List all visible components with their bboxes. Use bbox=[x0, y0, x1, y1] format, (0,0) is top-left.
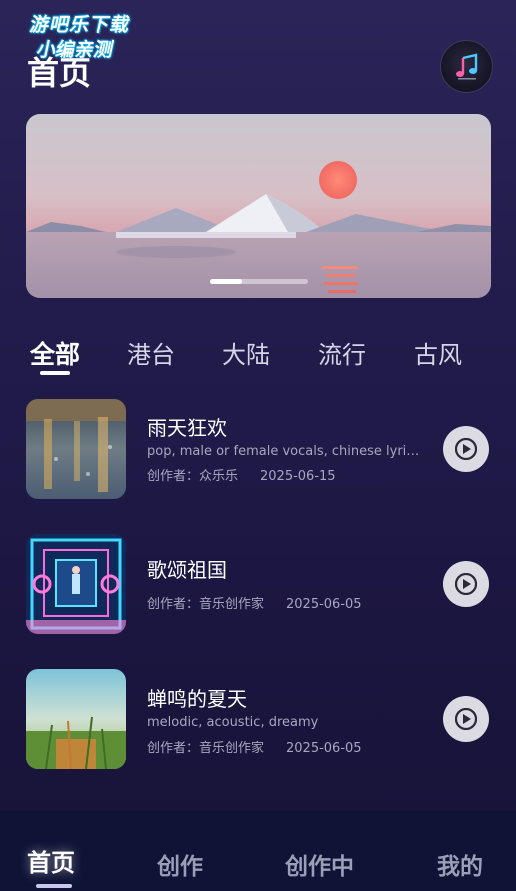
tab-pop[interactable]: 流行 bbox=[318, 335, 366, 370]
banner-image bbox=[26, 114, 491, 298]
tab-hk-tw[interactable]: 港台 bbox=[127, 335, 175, 370]
song-tags: melodic, acoustic, dreamy bbox=[147, 715, 319, 730]
music-note-avatar-icon bbox=[455, 52, 477, 79]
nav-home[interactable]: 首页 bbox=[27, 843, 75, 878]
song-date: 2025-06-05 bbox=[286, 741, 362, 756]
song-author: 创作者：音乐创作家 bbox=[147, 597, 265, 612]
song-author: 创作者：音乐创作家 bbox=[147, 741, 265, 756]
song-date: 2025-06-05 bbox=[286, 597, 362, 612]
tab-all[interactable]: 全部 bbox=[30, 335, 80, 371]
avatar[interactable] bbox=[440, 40, 493, 93]
banner-indicator bbox=[210, 279, 308, 284]
song-title: 歌颂祖国 bbox=[147, 558, 227, 582]
indicator-active bbox=[210, 279, 242, 284]
play-icon bbox=[455, 708, 477, 730]
song-cover bbox=[26, 399, 126, 499]
bottom-nav: 首页 创作 创作中 我的 bbox=[0, 811, 516, 891]
song-item[interactable]: 蝉鸣的夏天 melodic, acoustic, dreamy 创作者：音乐创作… bbox=[26, 669, 491, 769]
play-button[interactable] bbox=[443, 696, 489, 742]
song-meta: 创作者：音乐创作家 2025-06-05 bbox=[147, 737, 362, 756]
song-author: 创作者：众乐乐 bbox=[147, 469, 239, 484]
song-title: 雨天狂欢 bbox=[147, 416, 227, 440]
category-tabs: 全部 港台 大陆 流行 古风 bbox=[0, 335, 516, 379]
play-button[interactable] bbox=[443, 561, 489, 607]
song-item[interactable]: 雨天狂欢 pop, male or female vocals, chinese… bbox=[26, 399, 491, 499]
tab-ancient-style[interactable]: 古风 bbox=[414, 335, 462, 370]
song-meta: 创作者：音乐创作家 2025-06-05 bbox=[147, 593, 362, 612]
play-icon bbox=[455, 438, 477, 460]
tab-mainland[interactable]: 大陆 bbox=[222, 335, 270, 370]
page-title: 首页 bbox=[27, 54, 92, 92]
song-title: 蝉鸣的夏天 bbox=[147, 687, 247, 711]
watermark-line-1: 游吧乐下载 bbox=[27, 14, 133, 36]
song-cover bbox=[26, 534, 126, 634]
nav-create[interactable]: 创作 bbox=[157, 847, 203, 881]
play-button[interactable] bbox=[443, 426, 489, 472]
banner-carousel[interactable] bbox=[26, 114, 491, 298]
active-tab-indicator bbox=[40, 371, 70, 375]
play-icon bbox=[455, 573, 477, 595]
active-nav-indicator bbox=[36, 884, 72, 888]
nav-creating[interactable]: 创作中 bbox=[285, 847, 354, 881]
song-tags: pop, male or female vocals, chinese lyri… bbox=[147, 444, 423, 459]
song-cover bbox=[26, 669, 126, 769]
song-meta: 创作者：众乐乐 2025-06-15 bbox=[147, 465, 336, 484]
song-date: 2025-06-15 bbox=[260, 469, 336, 484]
nav-mine[interactable]: 我的 bbox=[437, 847, 483, 881]
song-item[interactable]: 歌颂祖国 创作者：音乐创作家 2025-06-05 bbox=[26, 534, 491, 634]
